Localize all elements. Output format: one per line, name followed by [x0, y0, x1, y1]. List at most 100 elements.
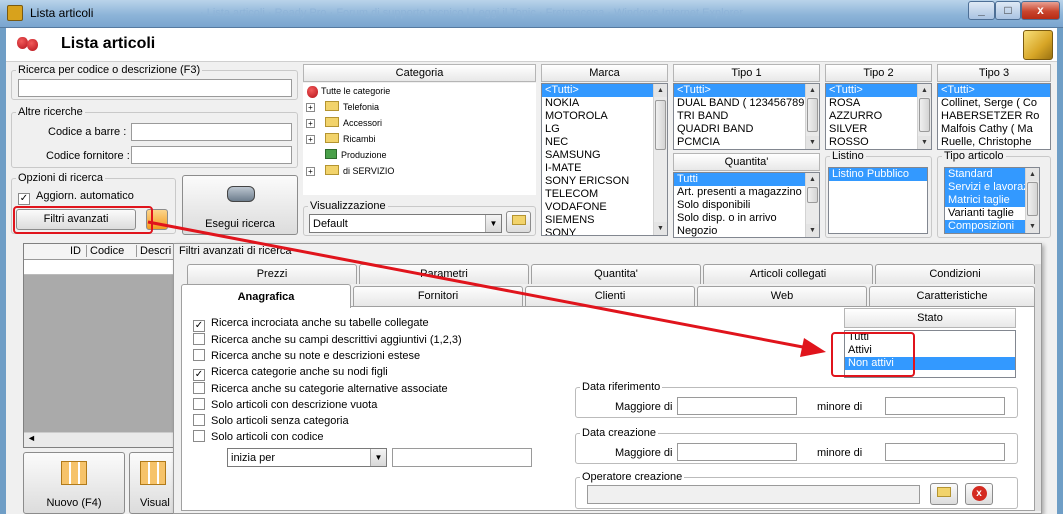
tree-node[interactable]: Produzione: [303, 147, 536, 163]
reference-date-to[interactable]: [885, 397, 1005, 415]
tab-parametri[interactable]: Parametri: [359, 264, 529, 284]
search-input[interactable]: [18, 79, 292, 97]
tree-node[interactable]: + di SERVIZIO: [303, 163, 536, 179]
list-item[interactable]: <Tutti>: [938, 84, 1050, 97]
list-item[interactable]: NOKIA: [542, 97, 667, 110]
scrollbar[interactable]: ▲ ▼: [653, 84, 667, 235]
tab-prezzi[interactable]: Prezzi: [187, 264, 357, 284]
creator-clear-button[interactable]: x: [965, 483, 993, 505]
price-list[interactable]: Listino Pubblico: [828, 167, 928, 234]
maximize-button[interactable]: □: [995, 1, 1021, 20]
minimize-button[interactable]: _: [968, 1, 995, 20]
brand-list[interactable]: <Tutti> NOKIA MOTOROLA LG NEC SAMSUNG I-…: [541, 83, 668, 236]
quantity-list[interactable]: Tutti Art. presenti a magazzino Solo dis…: [673, 172, 820, 238]
scroll-up-icon[interactable]: ▲: [654, 84, 667, 97]
scroll-up-icon[interactable]: ▲: [1026, 168, 1039, 181]
scroll-thumb[interactable]: [807, 187, 818, 203]
scroll-down-icon[interactable]: ▼: [654, 222, 667, 235]
expand-icon[interactable]: +: [306, 119, 315, 128]
checkbox-con-codice[interactable]: Solo articoli con codice: [193, 429, 462, 445]
tree-node[interactable]: Tutte le categorie: [303, 83, 536, 99]
scrollbar[interactable]: ▲ ▼: [917, 84, 931, 149]
category-tree[interactable]: Tutte le categorie + Telefonia + Accessori…: [303, 83, 536, 195]
horizontal-scrollbar[interactable]: ◄: [24, 432, 184, 447]
expand-icon[interactable]: +: [306, 135, 315, 144]
scroll-up-icon[interactable]: ▲: [806, 84, 819, 97]
checkbox-note[interactable]: Ricerca anche su note e descrizioni este…: [193, 348, 462, 364]
type2-list[interactable]: <Tutti> ROSA AZZURRO SILVER ROSSO ▲ ▼: [825, 83, 932, 150]
checkbox-campi-aggiuntivi[interactable]: Ricerca anche su campi descrittivi aggiu…: [193, 332, 462, 348]
tree-node[interactable]: + Telefonia: [303, 99, 536, 115]
list-item[interactable]: DUAL BAND ( 123456789: [674, 97, 819, 110]
creation-date-from[interactable]: [677, 443, 797, 461]
list-item[interactable]: I-MATE: [542, 162, 667, 175]
expand-icon[interactable]: +: [306, 167, 315, 176]
article-type-list[interactable]: Standard Servizi e lavoraz. Matrici tagl…: [944, 167, 1040, 234]
list-item[interactable]: <Tutti>: [826, 84, 931, 97]
tab-condizioni[interactable]: Condizioni: [875, 264, 1035, 284]
scroll-thumb[interactable]: [919, 98, 930, 132]
list-item[interactable]: NEC: [542, 136, 667, 149]
list-item[interactable]: Malfois Cathy ( Ma: [938, 123, 1050, 136]
scroll-thumb[interactable]: [807, 98, 818, 132]
list-item[interactable]: SIEMENS: [542, 214, 667, 227]
list-item[interactable]: ROSSO: [826, 136, 931, 149]
list-item[interactable]: <Tutti>: [674, 84, 819, 97]
list-item[interactable]: Tutti: [674, 173, 819, 186]
list-item[interactable]: Collinet, Serge ( Co: [938, 97, 1050, 110]
view-button[interactable]: Visual: [129, 452, 179, 514]
type3-list[interactable]: <Tutti> Collinet, Serge ( Co HABERSETZER…: [937, 83, 1051, 150]
tab-clienti[interactable]: Clienti: [525, 286, 695, 306]
tree-node[interactable]: + Ricambi: [303, 131, 536, 147]
grid-col-id[interactable]: ID: [70, 245, 81, 257]
list-item[interactable]: Ruelle, Christophe: [938, 136, 1050, 149]
list-item[interactable]: PCMCIA: [674, 136, 819, 149]
list-item[interactable]: TRI BAND: [674, 110, 819, 123]
list-item[interactable]: ROSA: [826, 97, 931, 110]
checkbox-senza-categoria[interactable]: Solo articoli senza categoria: [193, 413, 462, 429]
scroll-thumb[interactable]: [655, 100, 666, 150]
tab-fornitori[interactable]: Fornitori: [353, 286, 523, 306]
list-item[interactable]: Listino Pubblico: [829, 168, 927, 181]
list-item[interactable]: AZZURRO: [826, 110, 931, 123]
scroll-left-icon[interactable]: ◄: [27, 433, 36, 443]
list-item[interactable]: LG: [542, 123, 667, 136]
scrollbar[interactable]: ▲ ▼: [1025, 168, 1039, 233]
code-input[interactable]: [392, 448, 532, 467]
list-item[interactable]: <Tutti>: [542, 84, 667, 97]
list-item[interactable]: Negozio: [674, 225, 819, 237]
scroll-down-icon[interactable]: ▼: [918, 136, 931, 149]
list-item[interactable]: HABERSETZER Ro: [938, 110, 1050, 123]
scrollbar[interactable]: ▲ ▼: [805, 173, 819, 237]
list-item[interactable]: Solo disp. o in arrivo: [674, 212, 819, 225]
open-folder-button[interactable]: [506, 211, 531, 233]
chevron-down-icon[interactable]: ▼: [370, 449, 386, 466]
scroll-down-icon[interactable]: ▼: [1026, 220, 1039, 233]
chevron-down-icon[interactable]: ▼: [485, 215, 501, 232]
checkbox-descrizione-vuota[interactable]: Solo articoli con descrizione vuota: [193, 397, 462, 413]
close-button[interactable]: x: [1021, 1, 1060, 20]
results-grid[interactable]: ID Codice Descri ◄: [23, 243, 184, 448]
tab-web[interactable]: Web: [697, 286, 867, 306]
grid-col-code[interactable]: Codice: [86, 245, 124, 257]
list-item[interactable]: Art. presenti a magazzino: [674, 186, 819, 199]
checkbox-incrociata[interactable]: ✓ Ricerca incrociata anche su tabelle col…: [193, 315, 462, 332]
run-search-button[interactable]: Esegui ricerca: [182, 175, 298, 235]
view-select[interactable]: Default ▼: [309, 214, 502, 233]
expand-icon[interactable]: +: [306, 103, 315, 112]
tab-articoli-collegati[interactable]: Articoli collegati: [703, 264, 873, 284]
list-item[interactable]: VODAFONE: [542, 201, 667, 214]
list-item[interactable]: QUADRI BAND: [674, 123, 819, 136]
list-item[interactable]: TELECOM: [542, 188, 667, 201]
supplier-code-input[interactable]: [131, 146, 292, 164]
list-item[interactable]: Solo disponibili: [674, 199, 819, 212]
list-item[interactable]: SONY: [542, 227, 667, 235]
creator-input[interactable]: [587, 485, 920, 504]
list-item[interactable]: SAMSUNG: [542, 149, 667, 162]
list-item[interactable]: SONY ERICSON: [542, 175, 667, 188]
barcode-input[interactable]: [131, 123, 292, 141]
scrollbar[interactable]: ▲ ▼: [805, 84, 819, 149]
scroll-down-icon[interactable]: ▼: [806, 224, 819, 237]
code-mode-select[interactable]: inizia per ▼: [227, 448, 387, 467]
tab-caratteristiche[interactable]: Caratteristiche: [869, 286, 1035, 306]
